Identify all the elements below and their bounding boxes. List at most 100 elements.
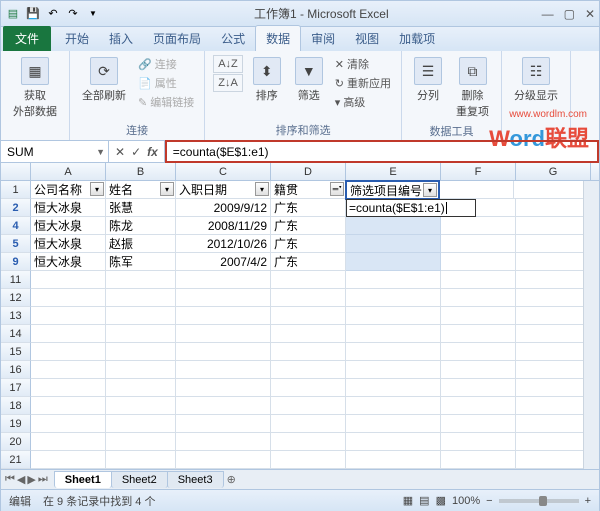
row-header[interactable]: 13 — [1, 307, 31, 325]
cell[interactable]: 恒大冰泉 — [31, 253, 106, 271]
cell[interactable] — [106, 397, 176, 415]
maximize-button[interactable]: ▢ — [564, 7, 575, 21]
cell[interactable] — [516, 343, 591, 361]
row-header[interactable]: 20 — [1, 433, 31, 451]
cell[interactable] — [346, 235, 441, 253]
reapply-button[interactable]: ↻重新应用 — [333, 74, 393, 92]
sheet-nav-prev[interactable]: ◀ — [17, 473, 25, 486]
cell-editor[interactable]: =counta($E$1:e1) — [346, 199, 476, 217]
cell[interactable]: 入职日期▾ — [176, 181, 271, 199]
row-header[interactable]: 18 — [1, 397, 31, 415]
close-button[interactable]: ✕ — [585, 7, 595, 21]
cell[interactable] — [441, 253, 516, 271]
cell[interactable]: 恒大冰泉 — [31, 235, 106, 253]
cell[interactable] — [346, 253, 441, 271]
vertical-scrollbar[interactable] — [583, 181, 599, 469]
cell[interactable]: 张慧 — [106, 199, 176, 217]
col-header[interactable]: F — [441, 163, 516, 180]
cell[interactable] — [346, 271, 441, 289]
col-header[interactable]: E — [346, 163, 441, 180]
filter-dropdown-button[interactable]: 𝍡▾ — [330, 182, 344, 196]
cell[interactable] — [271, 307, 346, 325]
tab-review[interactable]: 审阅 — [301, 26, 345, 51]
fx-button[interactable]: fx — [147, 145, 158, 159]
text-to-columns-button[interactable]: ☰ 分列 — [410, 55, 446, 121]
sheet-tab[interactable]: Sheet3 — [167, 471, 224, 488]
cell[interactable] — [441, 307, 516, 325]
edit-links-button[interactable]: ✎编辑链接 — [136, 93, 196, 111]
new-sheet-button[interactable]: ⊕ — [227, 473, 236, 486]
cell[interactable] — [516, 199, 591, 217]
cell[interactable] — [271, 361, 346, 379]
cell[interactable] — [106, 433, 176, 451]
formula-input[interactable]: =counta($E$1:e1) — [165, 140, 599, 163]
cell[interactable] — [516, 235, 591, 253]
filter-dropdown-button[interactable]: ▾ — [255, 182, 269, 196]
col-header[interactable]: B — [106, 163, 176, 180]
cell[interactable] — [514, 181, 589, 199]
cell[interactable]: 公司名称▾ — [31, 181, 106, 199]
cell[interactable] — [439, 181, 514, 199]
col-header[interactable]: D — [271, 163, 346, 180]
col-header[interactable]: G — [516, 163, 591, 180]
cell[interactable] — [31, 271, 106, 289]
cell[interactable] — [106, 343, 176, 361]
cell[interactable] — [346, 397, 441, 415]
cell[interactable] — [346, 307, 441, 325]
file-tab[interactable]: 文件 — [3, 26, 51, 51]
cell[interactable] — [176, 271, 271, 289]
cell[interactable] — [106, 451, 176, 469]
cell[interactable] — [441, 415, 516, 433]
sheet-nav-first[interactable]: ⏮ — [5, 473, 15, 486]
row-header[interactable]: 12 — [1, 289, 31, 307]
chevron-down-icon[interactable]: ▼ — [96, 147, 105, 157]
sheet-tab[interactable]: Sheet2 — [111, 471, 168, 488]
col-header[interactable]: A — [31, 163, 106, 180]
tab-formulas[interactable]: 公式 — [211, 26, 255, 51]
cell[interactable] — [346, 415, 441, 433]
save-icon[interactable]: 💾 — [25, 6, 41, 22]
cell[interactable]: 赵振 — [106, 235, 176, 253]
filter-dropdown-button[interactable]: ▾ — [160, 182, 174, 196]
connections-button[interactable]: 🔗连接 — [136, 55, 196, 73]
cell[interactable] — [346, 325, 441, 343]
cell[interactable] — [176, 379, 271, 397]
cell[interactable] — [106, 271, 176, 289]
row-header[interactable]: 11 — [1, 271, 31, 289]
cell[interactable] — [516, 217, 591, 235]
cell[interactable] — [441, 271, 516, 289]
cell[interactable] — [441, 433, 516, 451]
cell[interactable] — [441, 379, 516, 397]
filter-dropdown-button[interactable]: ▾ — [423, 183, 437, 197]
zoom-slider[interactable] — [499, 499, 579, 503]
cell[interactable] — [176, 289, 271, 307]
cell[interactable] — [516, 253, 591, 271]
cell[interactable] — [516, 451, 591, 469]
filter-dropdown-button[interactable]: ▾ — [90, 182, 104, 196]
outline-button[interactable]: ☷ 分级显示 — [510, 55, 562, 105]
cell[interactable] — [31, 415, 106, 433]
cell[interactable]: 广东 — [271, 253, 346, 271]
cell[interactable] — [176, 361, 271, 379]
tab-page-layout[interactable]: 页面布局 — [143, 26, 211, 51]
cell[interactable] — [271, 325, 346, 343]
cell[interactable] — [176, 415, 271, 433]
cell[interactable] — [106, 361, 176, 379]
cell[interactable]: 广东 — [271, 199, 346, 217]
cell[interactable] — [271, 415, 346, 433]
row-header[interactable]: 15 — [1, 343, 31, 361]
cell[interactable] — [346, 361, 441, 379]
cell[interactable]: 2009/9/12 — [176, 199, 271, 217]
row-header[interactable]: 21 — [1, 451, 31, 469]
cell[interactable]: 筛选项目编号▾ — [345, 180, 440, 200]
remove-duplicates-button[interactable]: ⧉ 删除 重复项 — [452, 55, 493, 121]
cell[interactable] — [31, 451, 106, 469]
cell[interactable] — [516, 415, 591, 433]
cell[interactable] — [346, 451, 441, 469]
cell[interactable] — [271, 433, 346, 451]
tab-data[interactable]: 数据 — [255, 25, 301, 51]
redo-icon[interactable]: ↷ — [65, 6, 81, 22]
cell[interactable] — [31, 289, 106, 307]
view-pagebreak-icon[interactable]: ▩ — [436, 494, 446, 507]
cell[interactable] — [441, 217, 516, 235]
